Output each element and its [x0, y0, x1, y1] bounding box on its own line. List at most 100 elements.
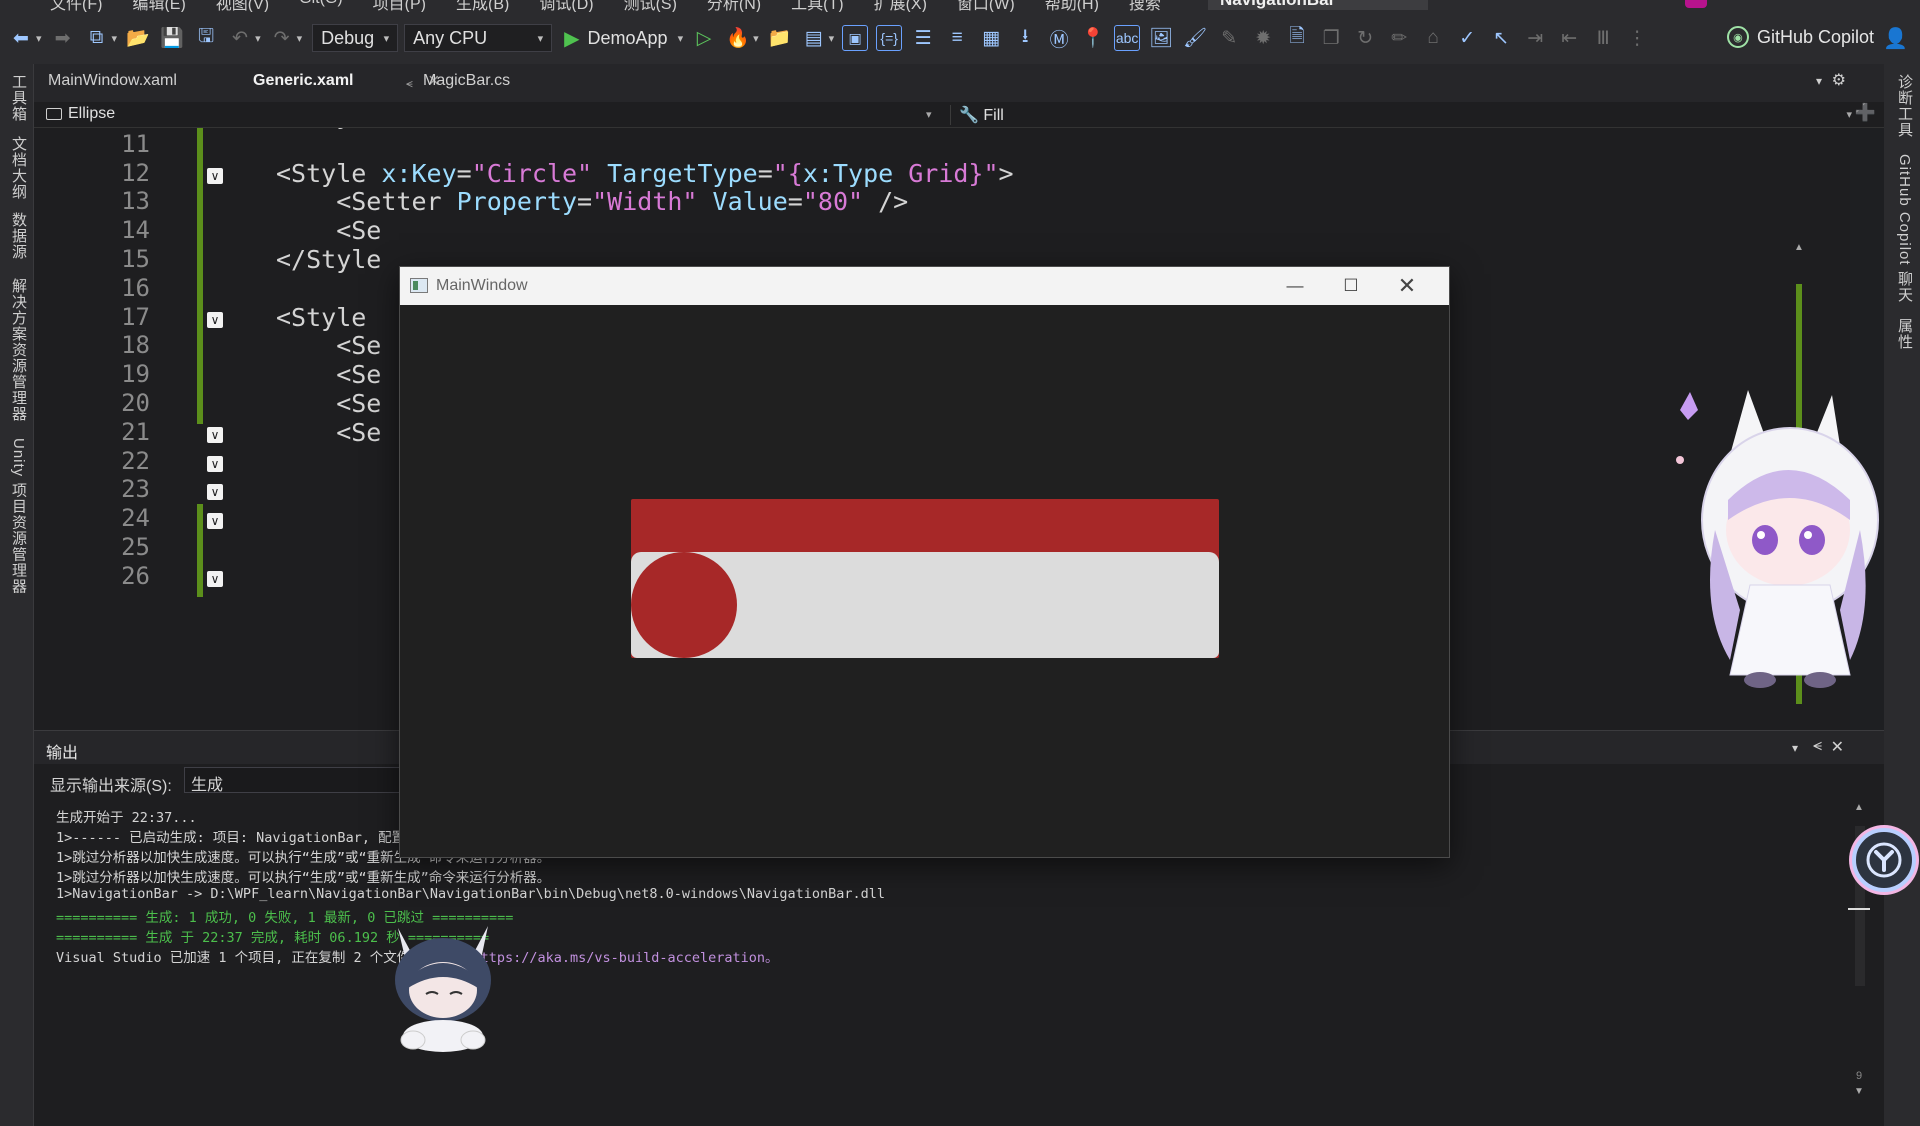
- copy-icon[interactable]: ❐: [1318, 25, 1344, 51]
- start-debugging-button[interactable]: ▶ DemoApp ▾: [564, 26, 683, 51]
- layout-icon[interactable]: ▤: [801, 25, 827, 51]
- redo-icon[interactable]: ↷: [269, 25, 295, 51]
- tab-diagnostic-tools[interactable]: 诊断工具: [1894, 74, 1915, 138]
- tab-magicbar-cs[interactable]: MagicBar.cs: [423, 72, 510, 90]
- property-selector[interactable]: 🔧 Fill: [950, 105, 1004, 125]
- chevron-down-icon[interactable]: ▾: [926, 108, 932, 121]
- menu-item[interactable]: 调试(D): [539, 0, 593, 12]
- menu-item[interactable]: 视图(V): [216, 0, 269, 12]
- element-selector[interactable]: Ellipse: [46, 105, 115, 123]
- fold-toggle-icon[interactable]: ∨: [207, 426, 223, 443]
- comment-icon[interactable]: Ⅲ: [1590, 25, 1616, 51]
- menu-item[interactable]: 分析(N): [707, 0, 761, 12]
- fold-toggle-icon[interactable]: ∨: [207, 311, 223, 328]
- outdent-icon[interactable]: ⇤: [1556, 25, 1582, 51]
- table-icon[interactable]: ▦: [978, 25, 1004, 51]
- start-without-debugging-icon[interactable]: ▷: [691, 25, 717, 51]
- save-icon[interactable]: 💾: [159, 25, 185, 51]
- back-icon[interactable]: ⬅: [8, 25, 34, 51]
- search-box[interactable]: 搜索: [1129, 0, 1161, 12]
- solution-title[interactable]: NavigationBar: [1208, 0, 1428, 10]
- chevron-down-icon[interactable]: ▾: [678, 32, 684, 45]
- configuration-select[interactable]: Debug ▾: [312, 24, 399, 52]
- menu-item[interactable]: 生成(B): [456, 0, 509, 12]
- paint-icon[interactable]: 🖌: [1182, 25, 1208, 51]
- code-text[interactable]: <Se: [276, 331, 381, 360]
- brush-icon[interactable]: ✎: [1216, 25, 1242, 51]
- undo-dropdown-icon[interactable]: ▾: [255, 32, 261, 45]
- image-icon[interactable]: 🖼: [1148, 25, 1174, 51]
- xaml-preview-icon[interactable]: ▣: [842, 25, 869, 51]
- account-badge[interactable]: [1685, 0, 1707, 8]
- spellcheck-icon[interactable]: ✓: [1454, 25, 1480, 51]
- magic-navigation-bar[interactable]: [631, 499, 1219, 658]
- scroll-up-icon[interactable]: ▲: [1854, 802, 1864, 813]
- code-text[interactable]: <Style x:Key="Circle" TargetType="{x:Typ…: [276, 159, 1014, 188]
- location-pin-icon[interactable]: 📍: [1080, 25, 1106, 51]
- solution-explorer-icon[interactable]: 📁: [767, 25, 793, 51]
- chevron-down-icon[interactable]: ▾: [1792, 741, 1798, 755]
- layout-dropdown-icon[interactable]: ▾: [829, 32, 835, 45]
- fold-toggle-icon[interactable]: ∨: [207, 455, 223, 472]
- new-dropdown-icon[interactable]: ▾: [112, 32, 118, 45]
- more-icon[interactable]: ⋮: [1624, 25, 1650, 51]
- xaml-binding-icon[interactable]: {=}: [876, 25, 903, 51]
- back-dropdown-icon[interactable]: ▾: [36, 32, 42, 45]
- save-all-icon[interactable]: 🖫: [193, 25, 219, 51]
- scroll-thumb[interactable]: [1848, 908, 1870, 910]
- pin-icon[interactable]: ⪪: [1813, 737, 1822, 755]
- app-title-bar[interactable]: MainWindow — ☐ ✕: [400, 267, 1449, 305]
- menu-item[interactable]: Git(G): [299, 0, 343, 12]
- text-icon[interactable]: abc: [1114, 25, 1141, 51]
- markdown-icon[interactable]: Ⓜ: [1046, 25, 1072, 51]
- document-icon[interactable]: 🗎: [1284, 25, 1310, 51]
- menu-item[interactable]: 窗口(W): [957, 0, 1015, 12]
- menu-item[interactable]: 测试(S): [624, 0, 677, 12]
- menu-item[interactable]: 工具(T): [791, 0, 843, 12]
- menu-item[interactable]: 扩展(X): [874, 0, 927, 12]
- refresh-icon[interactable]: ↻: [1352, 25, 1378, 51]
- menu-item[interactable]: 编辑(E): [132, 0, 185, 12]
- gear-icon[interactable]: ⚙: [1832, 70, 1846, 90]
- github-copilot-button[interactable]: ◉ GitHub Copilot: [1726, 26, 1874, 48]
- floating-assistant-button[interactable]: [1852, 828, 1916, 892]
- fold-toggle-icon[interactable]: ∨: [207, 484, 223, 501]
- tab-generic-xaml[interactable]: Generic.xaml: [253, 72, 354, 90]
- tab-document-outline[interactable]: 文档大纲: [8, 136, 29, 200]
- open-folder-icon[interactable]: 📂: [125, 25, 151, 51]
- tree-icon[interactable]: ⌂: [1420, 25, 1446, 51]
- output-source-select[interactable]: 生成: [184, 767, 434, 794]
- maximize-button[interactable]: ☐: [1328, 272, 1374, 300]
- menu-item[interactable]: 帮助(H): [1045, 0, 1099, 12]
- code-text[interactable]: <Se: [276, 418, 381, 447]
- download-icon[interactable]: ⭳: [1012, 25, 1038, 51]
- tab-data-sources[interactable]: 数据源: [8, 212, 29, 260]
- output-link[interactable]: https://aka.ms/vs-build-acceleration。: [472, 950, 778, 966]
- forward-icon[interactable]: ➡: [50, 25, 76, 51]
- tab-mainwindow-xaml[interactable]: MainWindow.xaml: [48, 72, 177, 90]
- redo-dropdown-icon[interactable]: ▾: [297, 32, 303, 45]
- tab-solution-explorer[interactable]: 解决方案资源管理器: [8, 278, 29, 422]
- code-text[interactable]: <Se: [276, 216, 381, 245]
- align-icon[interactable]: ≡: [944, 25, 970, 51]
- indent-icon[interactable]: ⇥: [1522, 25, 1548, 51]
- code-text[interactable]: </Style: [276, 245, 381, 274]
- tab-copilot-chat[interactable]: GitHub Copilot 聊天: [1894, 154, 1915, 303]
- pin-icon[interactable]: ⪪: [406, 76, 413, 91]
- menu-item[interactable]: 文件(F): [50, 0, 102, 12]
- undo-icon[interactable]: ↶: [227, 25, 253, 51]
- cursor-icon[interactable]: ↖: [1488, 25, 1514, 51]
- close-button[interactable]: ✕: [1384, 272, 1430, 300]
- tab-properties[interactable]: 属性: [1894, 318, 1915, 350]
- menu-item[interactable]: 项目(P): [373, 0, 426, 12]
- minimize-button[interactable]: —: [1272, 272, 1318, 300]
- code-text[interactable]: <Style: [276, 303, 366, 332]
- fold-toggle-icon[interactable]: ∨: [207, 167, 223, 184]
- code-text[interactable]: <Se: [276, 360, 381, 389]
- bug-icon[interactable]: ✹: [1250, 25, 1276, 51]
- user-icon[interactable]: 👤: [1883, 26, 1908, 51]
- code-text[interactable]: <Se: [276, 389, 381, 418]
- chevron-down-icon[interactable]: ▾: [1846, 108, 1852, 121]
- tab-list-dropdown-icon[interactable]: ▾: [1816, 74, 1822, 88]
- code-text[interactable]: <Setter Property="Width" Value="80" />: [276, 187, 908, 216]
